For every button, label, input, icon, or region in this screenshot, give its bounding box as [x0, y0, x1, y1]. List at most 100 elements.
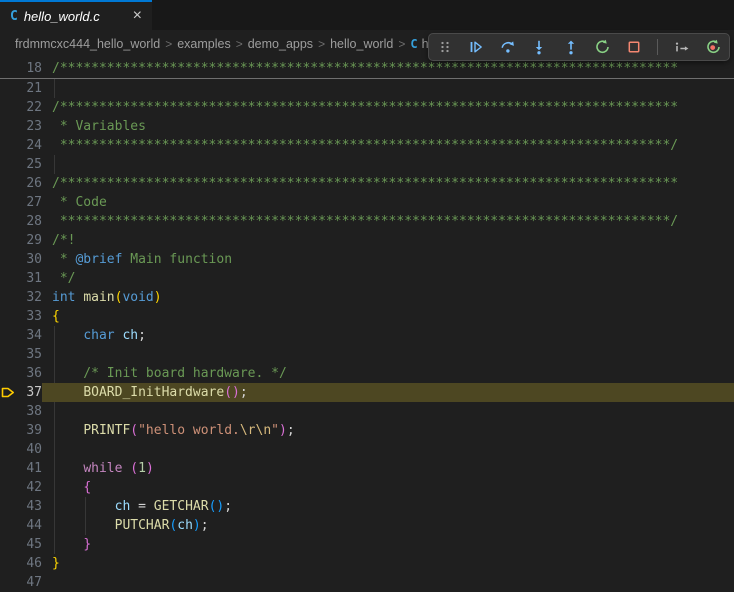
- breadcrumb-demo-apps[interactable]: demo_apps: [248, 37, 313, 51]
- restart-button[interactable]: [594, 39, 610, 55]
- sticky-scroll[interactable]: 18/*************************************…: [0, 58, 734, 79]
- code-line[interactable]: 26/*************************************…: [0, 174, 734, 193]
- reset-dot: [710, 45, 715, 50]
- code-line[interactable]: 24 *************************************…: [0, 136, 734, 155]
- glyph-margin[interactable]: [0, 136, 18, 155]
- code-line[interactable]: 41 while (1): [0, 459, 734, 478]
- code-line[interactable]: 28 *************************************…: [0, 212, 734, 231]
- glyph-margin[interactable]: [0, 421, 18, 440]
- breadcrumb-examples[interactable]: examples: [177, 37, 231, 51]
- glyph-margin[interactable]: [0, 155, 18, 174]
- glyph-margin[interactable]: [0, 535, 18, 554]
- code-line[interactable]: 32int main(void): [0, 288, 734, 307]
- code-line[interactable]: 29/*!: [0, 231, 734, 250]
- continue-button[interactable]: [468, 39, 484, 55]
- glyph-margin[interactable]: [0, 59, 18, 78]
- chevron-right-icon: >: [165, 37, 172, 51]
- close-icon[interactable]: ×: [131, 8, 144, 24]
- step-out-button[interactable]: [563, 39, 579, 55]
- code-line[interactable]: 18/*************************************…: [0, 59, 734, 78]
- toolbar-drag-handle[interactable]: [437, 39, 453, 55]
- code-line[interactable]: 30 * @brief Main function: [0, 250, 734, 269]
- glyph-margin[interactable]: [0, 231, 18, 250]
- glyph-margin[interactable]: [0, 212, 18, 231]
- line-number: 29: [18, 231, 42, 250]
- step-into-icon: [531, 39, 547, 55]
- stop-button[interactable]: [626, 39, 642, 55]
- code-line[interactable]: 27 * Code: [0, 193, 734, 212]
- code-line[interactable]: 42 {: [0, 478, 734, 497]
- step-over-icon: [500, 39, 516, 55]
- code-text: /***************************************…: [42, 174, 734, 193]
- indent-guide: [54, 440, 55, 459]
- line-number: 27: [18, 193, 42, 212]
- step-into-button[interactable]: [531, 39, 547, 55]
- code-text: BOARD_InitHardware();: [42, 383, 734, 402]
- code-text: [42, 402, 734, 421]
- breadcrumb-hello-world[interactable]: hello_world: [330, 37, 393, 51]
- toolbar-separator: [657, 39, 658, 55]
- line-number: 38: [18, 402, 42, 421]
- code-text: ****************************************…: [42, 136, 734, 155]
- glyph-margin[interactable]: [0, 516, 18, 535]
- glyph-margin[interactable]: [0, 98, 18, 117]
- code-line[interactable]: 34 char ch;: [0, 326, 734, 345]
- glyph-margin[interactable]: [0, 440, 18, 459]
- indent-guide: [54, 421, 55, 440]
- code-line[interactable]: 33{: [0, 307, 734, 326]
- code-line[interactable]: 39 PRINTF("hello world.\r\n");: [0, 421, 734, 440]
- code-line[interactable]: 38: [0, 402, 734, 421]
- code-line[interactable]: 23 * Variables: [0, 117, 734, 136]
- glyph-margin[interactable]: [0, 497, 18, 516]
- debug-current-line-arrow: [0, 383, 18, 402]
- glyph-margin[interactable]: [0, 117, 18, 136]
- glyph-margin[interactable]: [0, 307, 18, 326]
- glyph-margin[interactable]: [0, 573, 18, 592]
- glyph-margin[interactable]: [0, 193, 18, 212]
- code-line[interactable]: 36 /* Init board hardware. */: [0, 364, 734, 383]
- glyph-margin[interactable]: [0, 345, 18, 364]
- tab-hello-world-c[interactable]: C hello_world.c ×: [0, 0, 152, 30]
- line-number: 25: [18, 155, 42, 174]
- code-line[interactable]: 43 ch = GETCHAR();: [0, 497, 734, 516]
- code-line[interactable]: 45 }: [0, 535, 734, 554]
- code-line[interactable]: 46}: [0, 554, 734, 573]
- code-line[interactable]: 47: [0, 573, 734, 592]
- chevron-right-icon: >: [318, 37, 325, 51]
- glyph-margin[interactable]: [0, 250, 18, 269]
- breadcrumb-project[interactable]: frdmmcxc444_hello_world: [15, 37, 160, 51]
- code-line[interactable]: 22/*************************************…: [0, 98, 734, 117]
- code-text: {: [42, 307, 734, 326]
- glyph-margin[interactable]: [0, 174, 18, 193]
- code-line[interactable]: 40: [0, 440, 734, 459]
- code-line[interactable]: 31 */: [0, 269, 734, 288]
- glyph-margin[interactable]: [0, 478, 18, 497]
- code-line[interactable]: 25: [0, 155, 734, 174]
- code-line[interactable]: 37 BOARD_InitHardware();: [0, 383, 734, 402]
- glyph-margin[interactable]: [0, 364, 18, 383]
- code-text: }: [42, 554, 734, 573]
- step-instruction-button[interactable]: [674, 39, 690, 55]
- reset-device-button[interactable]: [705, 39, 721, 55]
- code-text: {: [42, 478, 734, 497]
- glyph-margin[interactable]: [0, 269, 18, 288]
- step-over-button[interactable]: [500, 39, 516, 55]
- glyph-margin[interactable]: [0, 459, 18, 478]
- code-text: [42, 345, 734, 364]
- glyph-margin[interactable]: [0, 402, 18, 421]
- glyph-margin[interactable]: [0, 288, 18, 307]
- tab-bar: C hello_world.c ×: [0, 0, 734, 30]
- code-text: [42, 79, 734, 98]
- code-line[interactable]: 35: [0, 345, 734, 364]
- glyph-margin[interactable]: [0, 79, 18, 98]
- glyph-margin[interactable]: [0, 326, 18, 345]
- line-number: 28: [18, 212, 42, 231]
- code-text: [42, 155, 734, 174]
- tab-title: hello_world.c: [24, 9, 125, 24]
- code-line[interactable]: 21: [0, 79, 734, 98]
- glyph-margin[interactable]: [0, 554, 18, 573]
- code-editor[interactable]: 18/*************************************…: [0, 58, 734, 592]
- code-line[interactable]: 44 PUTCHAR(ch);: [0, 516, 734, 535]
- restart-icon: [594, 39, 610, 55]
- code-text: char ch;: [42, 326, 734, 345]
